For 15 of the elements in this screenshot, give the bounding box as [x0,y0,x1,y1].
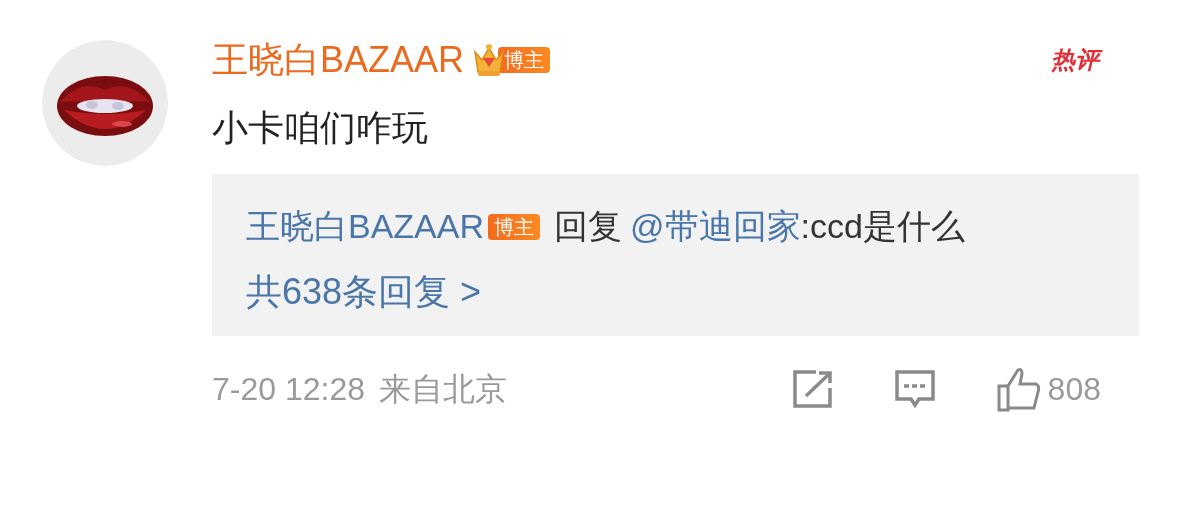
reply-verb: 回复 [554,207,623,245]
post-time: 7-20 12:28 [212,370,365,409]
mention-link[interactable]: @带迪回家 [630,207,801,245]
comment-icon[interactable] [893,369,936,409]
like-count: 808 [1047,370,1101,409]
share-icon[interactable] [791,370,834,408]
blogger-badge: 博主 [472,42,551,78]
reply-author[interactable]: 王晓白BAZAAR [246,207,485,245]
reply-count-link[interactable]: 共638条回复 > [246,268,482,316]
thumbs-up-icon[interactable] [995,366,1042,412]
post-location: 来自北京 [379,370,507,409]
reply-text: :ccd是什么 [800,207,965,245]
author-name[interactable]: 王晓白BAZAAR [212,38,465,82]
blogger-badge: 博主 [488,214,541,240]
comment-text: 小卡咱们咋玩 [212,106,429,150]
